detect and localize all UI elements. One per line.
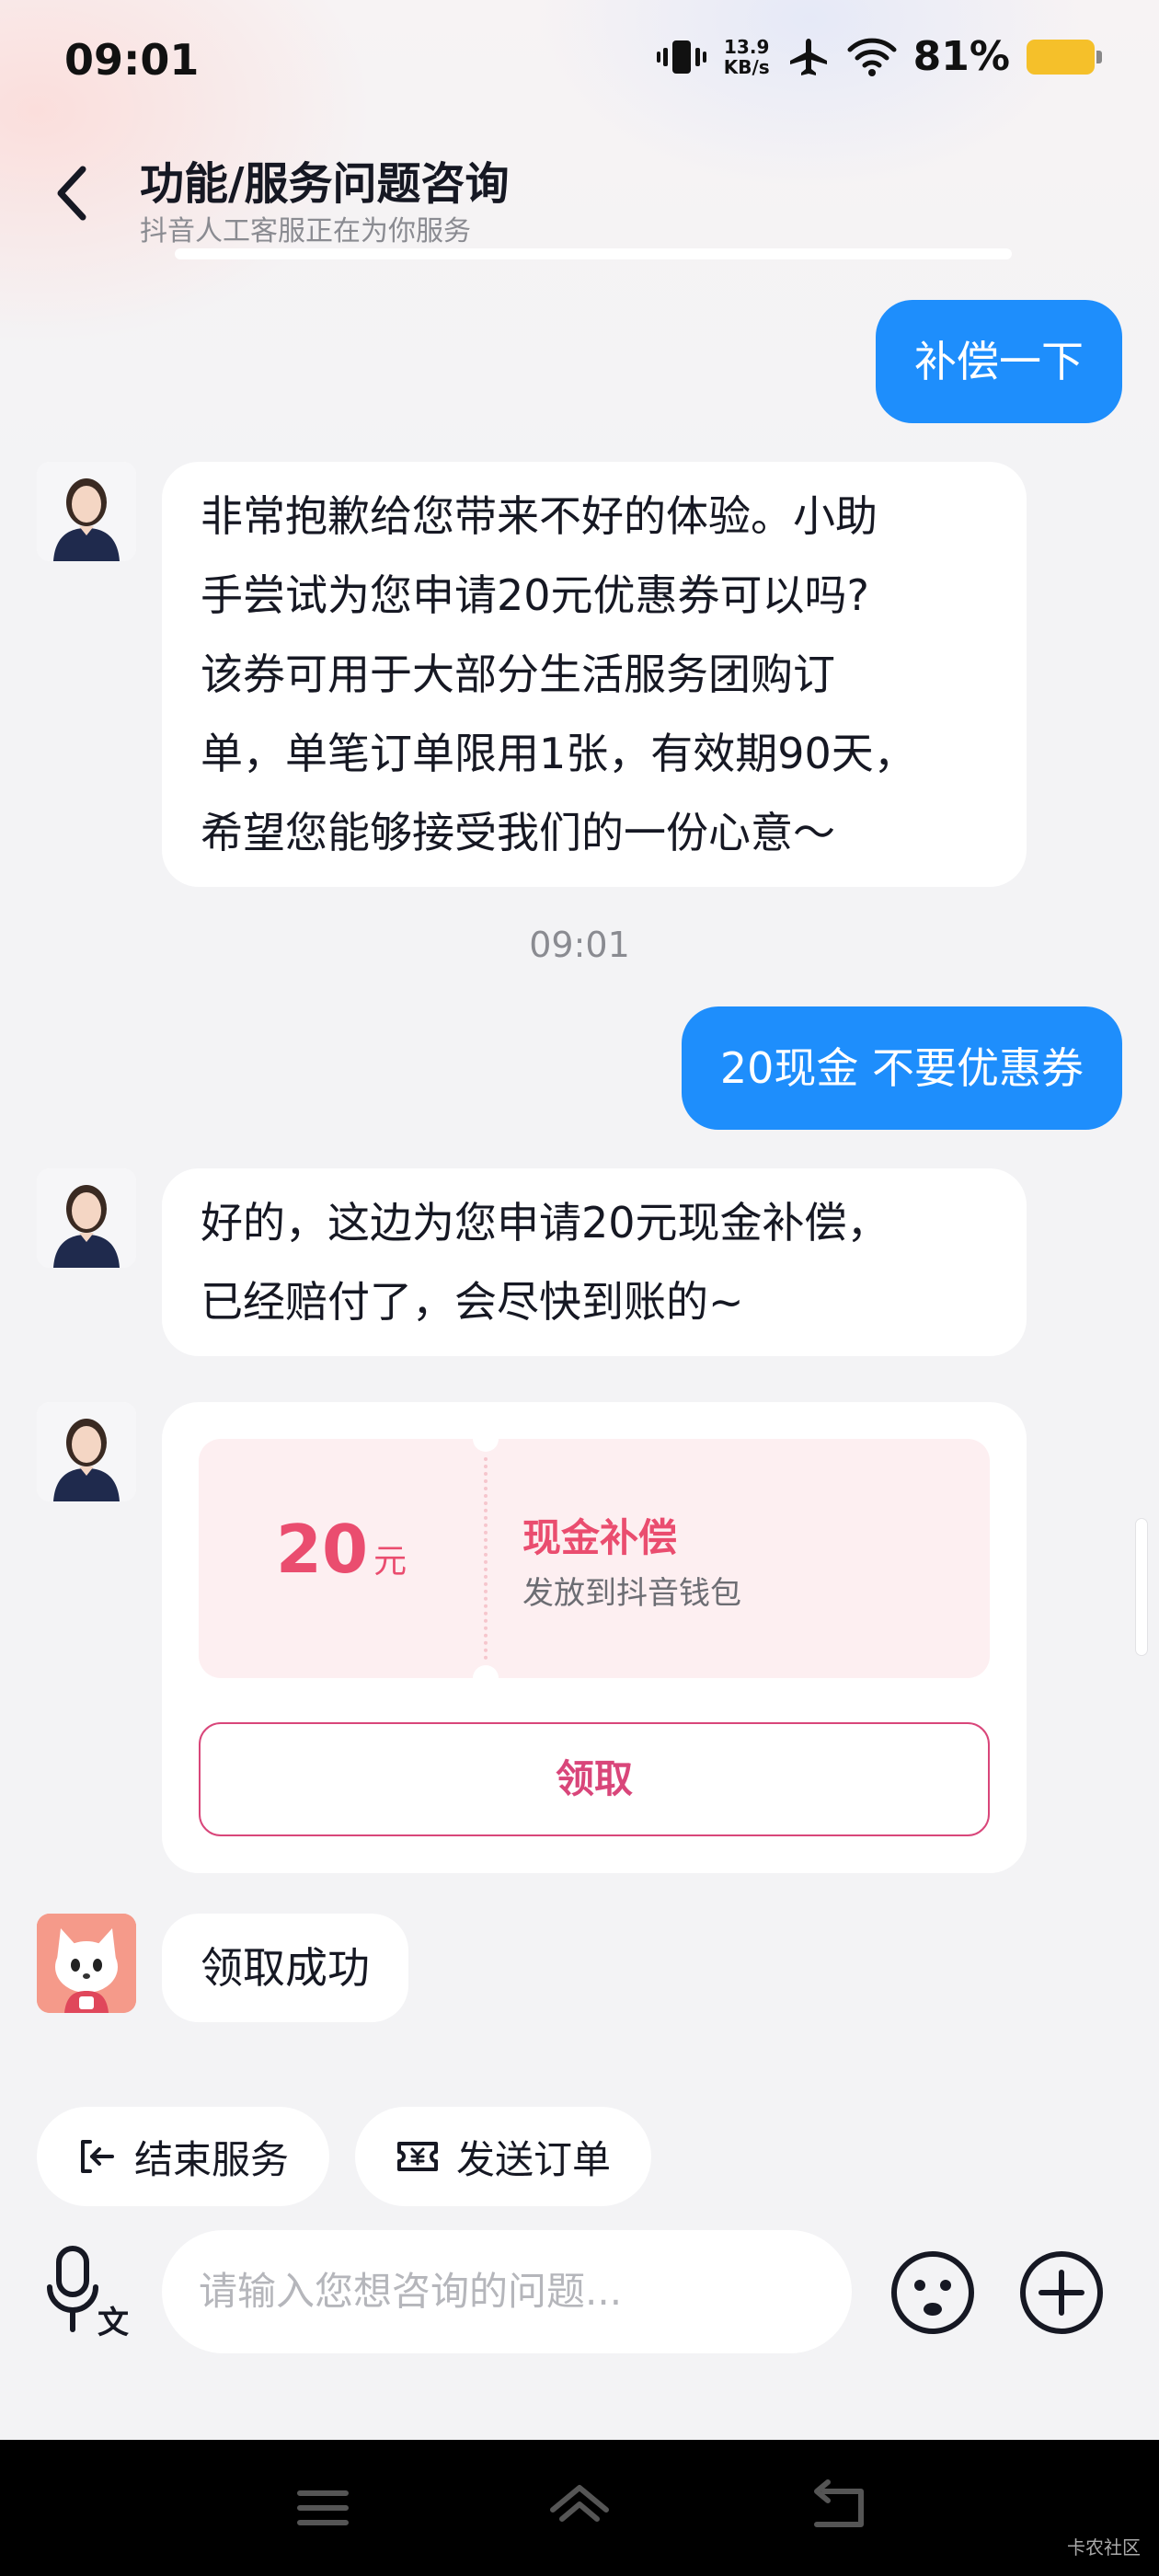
vibrate-icon — [656, 40, 706, 74]
claim-button[interactable]: 领取 — [199, 1722, 990, 1836]
agent-avatar — [37, 462, 136, 561]
coupon-amount: 20 元 — [199, 1511, 484, 1588]
status-icons: 13.9 KB/s 81% — [656, 33, 1102, 80]
voice-input-icon[interactable]: 文 — [42, 2241, 134, 2342]
battery-percent: 81% — [912, 33, 1010, 80]
bot-avatar — [37, 1914, 136, 2013]
emoji-icon[interactable] — [889, 2248, 977, 2337]
page-title: 功能/服务问题咨询 — [140, 158, 510, 210]
agent-message: 好的，这边为您申请20元现金补偿， 已经赔付了，会尽快到账的~ — [162, 1168, 1027, 1356]
coupon-amount-value: 20 — [275, 1511, 369, 1588]
chat-header: 功能/服务问题咨询 抖音人工客服正在为你服务 — [0, 138, 1159, 258]
svg-text:文: 文 — [98, 2305, 129, 2341]
status-bar: 09:01 13.9 KB/s 81% — [0, 0, 1159, 129]
send-order-label: 发送订单 — [456, 2136, 612, 2182]
wifi-icon — [847, 38, 897, 76]
user-message: 补偿一下 — [876, 300, 1122, 423]
plus-icon[interactable] — [1017, 2248, 1106, 2337]
chat-timestamp: 09:01 — [529, 925, 630, 965]
coupon-divider — [484, 1457, 488, 1660]
send-order-button[interactable]: 发送订单 — [355, 2107, 652, 2206]
exit-icon — [81, 2140, 114, 2173]
system-nav-bar: 卡农社区 — [0, 2440, 1159, 2576]
scrollbar[interactable] — [1135, 1518, 1148, 1656]
page-subtitle: 抖音人工客服正在为你服务 — [140, 215, 471, 247]
previous-message-edge — [175, 248, 1012, 259]
agent-message: 非常抱歉给您带来不好的体验。小助 手尝试为您申请20元优惠券可以吗? 该券可用于… — [162, 462, 1027, 887]
coupon: 20 元 现金补偿 发放到抖音钱包 — [199, 1426, 990, 1691]
agent-avatar — [37, 1402, 136, 1501]
end-service-label: 结束服务 — [134, 2136, 290, 2182]
battery-icon — [1027, 39, 1102, 75]
order-icon — [397, 2142, 438, 2171]
network-speed: 13.9 KB/s — [723, 35, 770, 78]
back-icon[interactable] — [806, 2478, 870, 2537]
agent-avatar — [37, 1168, 136, 1268]
compensation-card: 20 元 现金补偿 发放到抖音钱包 领取 — [162, 1402, 1027, 1873]
coupon-title: 现金补偿 — [522, 1515, 678, 1560]
bot-message: 领取成功 — [162, 1914, 408, 2022]
user-message: 20现金 不要优惠券 — [681, 1006, 1122, 1130]
coupon-notch-top — [473, 1426, 499, 1452]
back-arrow-icon[interactable] — [46, 156, 101, 230]
home-icon[interactable] — [547, 2478, 612, 2537]
airplane-icon — [789, 38, 827, 75]
coupon-notch-bottom — [473, 1665, 499, 1691]
watermark: 卡农社区 — [1067, 2536, 1141, 2559]
coupon-description: 发放到抖音钱包 — [522, 1575, 741, 1612]
menu-icon[interactable] — [291, 2478, 355, 2537]
status-time: 09:01 — [64, 35, 200, 85]
message-input[interactable]: 请输入您想咨询的问题... — [162, 2230, 852, 2353]
end-service-button[interactable]: 结束服务 — [37, 2107, 330, 2206]
coupon-amount-unit: 元 — [373, 1543, 407, 1581]
